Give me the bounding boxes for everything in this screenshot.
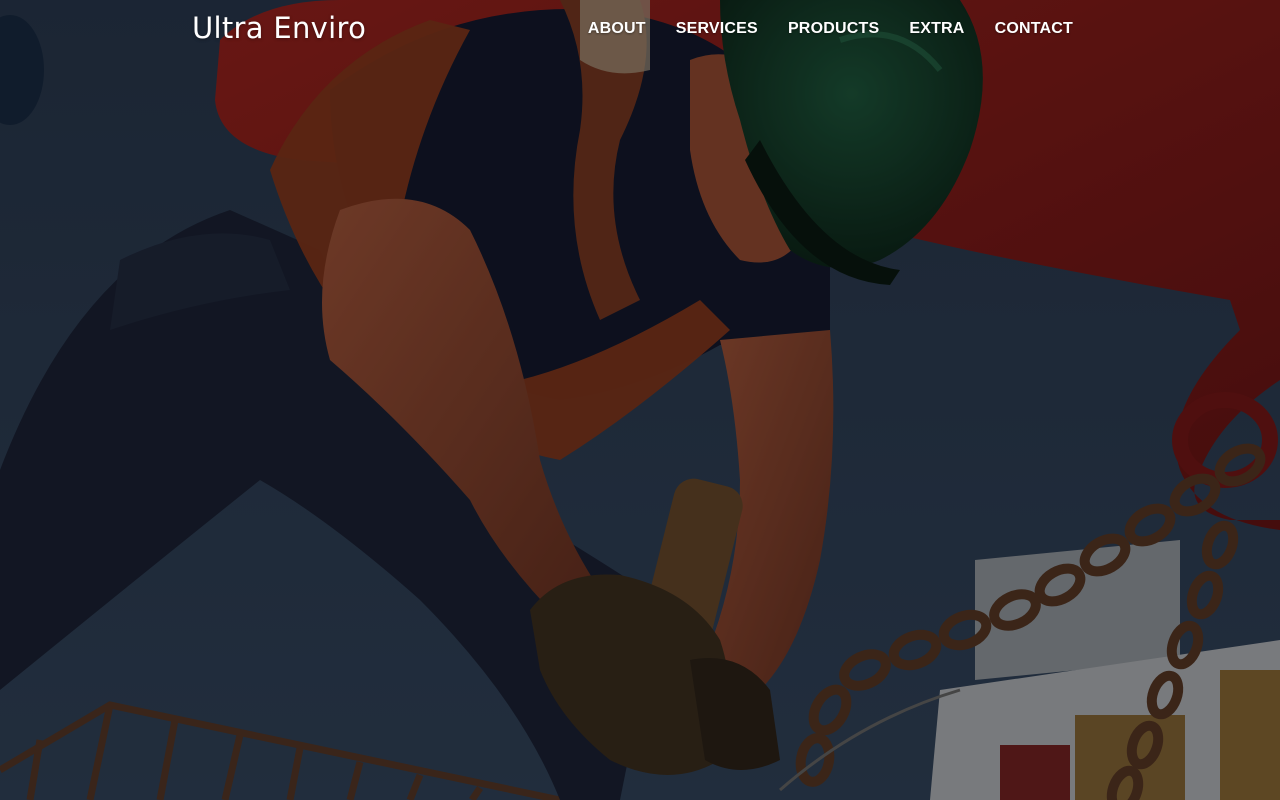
nav-item-services[interactable]: SERVICES: [676, 20, 758, 38]
nav-item-products[interactable]: PRODUCTS: [788, 20, 879, 38]
site-logo[interactable]: Ultra Enviro: [192, 11, 366, 45]
nav-item-about[interactable]: ABOUT: [588, 20, 646, 38]
hero-dark-overlay: [0, 0, 1280, 800]
hero-background: [0, 0, 1280, 800]
hero-photo-worker-chains: [0, 0, 1280, 800]
nav-item-contact[interactable]: CONTACT: [995, 20, 1073, 38]
site-header: Ultra Enviro ABOUT SERVICES PRODUCTS EXT…: [0, 0, 1280, 60]
nav-item-extra[interactable]: EXTRA: [909, 20, 964, 38]
main-nav: ABOUT SERVICES PRODUCTS EXTRA CONTACT: [588, 20, 1073, 38]
